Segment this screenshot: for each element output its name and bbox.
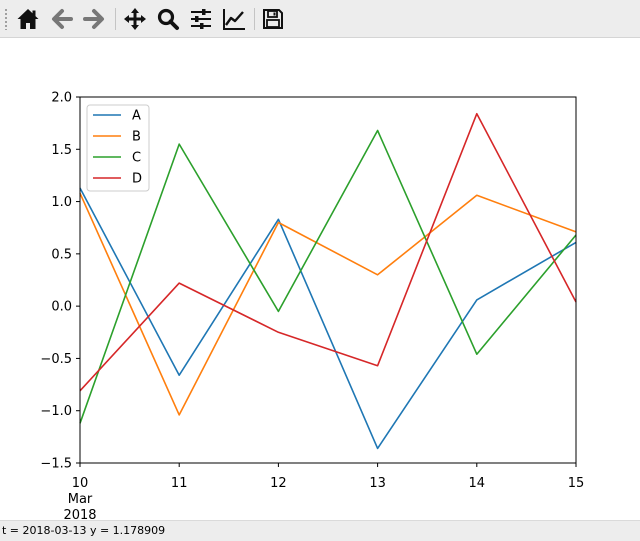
- x-tick-label: 14: [469, 476, 486, 491]
- x-sublabel-year: 2018: [63, 508, 96, 520]
- series-line-b: [79, 192, 577, 416]
- legend-label-d: D: [132, 172, 142, 187]
- x-tick-label: 15: [568, 476, 585, 491]
- y-tick-label: 1.5: [51, 143, 72, 158]
- edit-axes-icon: [223, 9, 245, 30]
- navigation-toolbar: [0, 0, 640, 38]
- status-bar: t = 2018-03-13 y = 1.178909: [0, 520, 640, 541]
- save-button[interactable]: [259, 5, 287, 33]
- x-tick-label: 10: [72, 476, 89, 491]
- x-tick-label: 13: [369, 476, 386, 491]
- zoom-magnifier-icon: [157, 8, 179, 30]
- toolbar-separator: [115, 8, 116, 30]
- configure-subplots-button[interactable]: [187, 5, 215, 33]
- toolbar-separator: [254, 8, 255, 30]
- legend-label-b: B: [132, 130, 141, 145]
- legend-label-a: A: [132, 109, 141, 124]
- y-tick-label: 1.0: [51, 195, 72, 210]
- forward-button[interactable]: [80, 5, 108, 33]
- x-tick-label: 12: [270, 476, 287, 491]
- toolbar-grip[interactable]: [4, 8, 8, 30]
- save-figure-icon: [263, 9, 283, 29]
- series-line-d: [79, 112, 577, 392]
- legend-label-c: C: [132, 151, 141, 166]
- pan-button[interactable]: [121, 5, 149, 33]
- home-icon: [17, 9, 39, 29]
- y-tick-label: 2.0: [51, 91, 72, 106]
- configure-subplots-icon: [191, 9, 211, 29]
- edit-axes-button[interactable]: [220, 5, 248, 33]
- figure-canvas[interactable]: 2.0 1.5 1.0 0.5 0.0 −0.5 −1.0 −1.5 10 11 12 13 14 15…: [0, 38, 640, 524]
- y-tick-label: −1.5: [40, 457, 72, 472]
- forward-arrow-icon: [83, 9, 104, 29]
- x-tick-label: 11: [171, 476, 188, 491]
- y-tick-label: −1.0: [40, 404, 72, 419]
- axes-frame: [79, 96, 577, 464]
- x-sublabel-month: Mar: [68, 492, 93, 507]
- back-button[interactable]: [48, 5, 76, 33]
- y-tick-label: 0.5: [51, 247, 72, 262]
- series-line-a: [79, 187, 577, 450]
- line-chart: 2.0 1.5 1.0 0.5 0.0 −0.5 −1.0 −1.5 10 11 12 13 14 15…: [40, 91, 585, 524]
- y-tick-label: 0.0: [51, 300, 72, 315]
- zoom-button[interactable]: [154, 5, 182, 33]
- y-tick-label: −0.5: [40, 352, 72, 367]
- legend: ABCD: [86, 104, 150, 192]
- cursor-coordinates: t = 2018-03-13 y = 1.178909: [2, 524, 166, 537]
- series-line-c: [79, 129, 577, 424]
- pan-move-icon: [124, 8, 146, 30]
- home-button[interactable]: [14, 5, 42, 33]
- back-arrow-icon: [52, 9, 73, 29]
